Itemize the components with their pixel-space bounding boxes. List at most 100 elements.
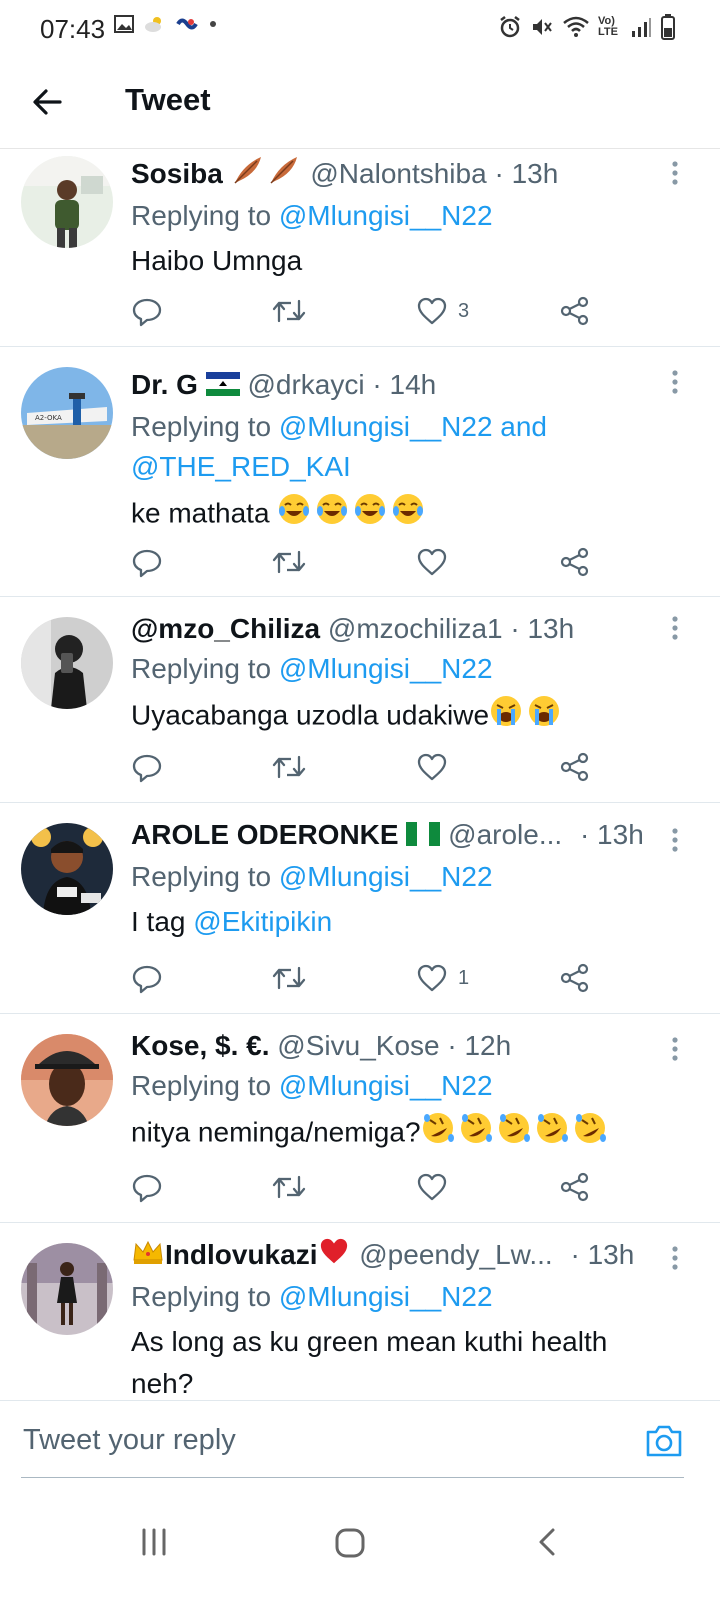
- like-button[interactable]: 3: [416, 293, 469, 329]
- heart-icon: [417, 753, 447, 781]
- retweet-button[interactable]: [271, 960, 307, 996]
- more-options-button[interactable]: [668, 827, 682, 855]
- nav-back-button[interactable]: [528, 1522, 568, 1562]
- reply-button[interactable]: [131, 544, 163, 580]
- reply-mention-link[interactable]: @Mlungisi__N22: [279, 1281, 493, 1312]
- avatar[interactable]: [21, 1243, 113, 1335]
- user-handle[interactable]: @arole...: [448, 819, 562, 850]
- avatar[interactable]: [21, 823, 113, 915]
- user-handle[interactable]: @peendy_Lw...: [359, 1239, 552, 1270]
- retweet-icon: [272, 966, 306, 990]
- reply-button[interactable]: [131, 960, 163, 996]
- reply-mention-link[interactable]: @THE_RED_KAI: [131, 451, 351, 482]
- reply-mention-link[interactable]: @Mlungisi__N22: [279, 653, 493, 684]
- display-name[interactable]: Kose, $. €.: [131, 1030, 270, 1061]
- user-handle[interactable]: @Sivu_Kose: [277, 1030, 439, 1061]
- tweet-item[interactable]: @mzo_Chiliza @mzochiliza1 · 13h Replying…: [0, 597, 720, 803]
- reply-icon: [132, 298, 162, 327]
- display-name[interactable]: AROLE ODERONKE: [131, 819, 399, 850]
- dot-icon: [210, 21, 216, 27]
- display-name[interactable]: Indlovukazi: [165, 1239, 317, 1270]
- rofl-emoji-icon: [421, 1110, 609, 1158]
- reply-button[interactable]: [131, 749, 163, 785]
- avatar[interactable]: A2-OKA: [21, 367, 113, 459]
- user-handle[interactable]: @Nalontshiba: [310, 158, 486, 189]
- reply-mention-link[interactable]: @Mlungisi__N22: [279, 200, 493, 231]
- user-handle[interactable]: @mzochiliza1: [328, 613, 503, 644]
- tweet-item[interactable]: AROLE ODERONKE @arole... · 13h Replying …: [0, 803, 720, 1014]
- retweet-button[interactable]: [271, 1169, 307, 1205]
- share-button[interactable]: [559, 749, 591, 785]
- more-options-button[interactable]: [668, 615, 682, 643]
- recent-apps-button[interactable]: [134, 1522, 174, 1562]
- more-options-button[interactable]: [668, 1245, 682, 1273]
- tweet-text-continued: neh?: [131, 1368, 194, 1400]
- app-icon: [176, 18, 198, 30]
- more-options-button[interactable]: [668, 160, 682, 188]
- heart-icon: [417, 964, 447, 992]
- svg-text:A2-OKA: A2-OKA: [35, 414, 62, 422]
- tweet-time: · 13h: [494, 158, 559, 189]
- share-button[interactable]: [559, 293, 591, 329]
- display-name[interactable]: @mzo_Chiliza: [131, 613, 320, 644]
- reply-button[interactable]: [131, 293, 163, 329]
- arrow-left-icon: [33, 89, 62, 115]
- nigeria-flag-icon: [406, 817, 441, 857]
- replying-label: Replying to: [131, 1281, 272, 1313]
- share-button[interactable]: [559, 544, 591, 580]
- more-vertical-icon: [672, 161, 678, 185]
- share-button[interactable]: [559, 1169, 591, 1205]
- retweet-button[interactable]: [271, 293, 307, 329]
- retweet-button[interactable]: [271, 544, 307, 580]
- display-name[interactable]: Dr. G: [131, 369, 198, 400]
- more-options-button[interactable]: [668, 369, 682, 397]
- replying-label: Replying to: [131, 410, 272, 442]
- share-icon: [560, 963, 589, 993]
- back-button[interactable]: [28, 82, 68, 122]
- gallery-icon: [114, 15, 134, 33]
- tweet-actions: [131, 544, 601, 580]
- like-button[interactable]: [416, 1169, 458, 1205]
- reply-icon: [132, 1174, 162, 1203]
- camera-button[interactable]: [644, 1423, 684, 1459]
- display-name[interactable]: Sosiba: [131, 158, 223, 189]
- reply-mention-link[interactable]: @Mlungisi__N22: [279, 861, 493, 892]
- weather-icon: [145, 17, 161, 32]
- more-vertical-icon: [672, 370, 678, 394]
- tweet-item[interactable]: Indlovukazi @peendy_Lw... · 13h Replying…: [0, 1223, 720, 1400]
- tweet-item[interactable]: Kose, $. €. @Sivu_Kose · 12h Replying to…: [0, 1014, 720, 1223]
- like-button[interactable]: [416, 544, 458, 580]
- reply-mention-link[interactable]: @Mlungisi__N22 and: [279, 411, 547, 442]
- tweet-item[interactable]: A2-OKA Dr. G @drkayci · 14h Replying to …: [0, 347, 720, 597]
- reply-input[interactable]: [21, 1419, 625, 1461]
- home-button[interactable]: [330, 1522, 370, 1562]
- avatar[interactable]: [21, 156, 113, 248]
- camera-icon: [646, 1425, 682, 1457]
- tweet-mention-link[interactable]: @Ekitipikin: [193, 906, 332, 937]
- tweet-item[interactable]: Sosiba @Nalontshiba · 13h Replying to @M…: [0, 148, 720, 347]
- retweet-button[interactable]: [271, 749, 307, 785]
- more-options-button[interactable]: [668, 1036, 682, 1064]
- tweet-text: Uyacabanga uzodla udakiwe: [131, 699, 490, 731]
- replies-list[interactable]: Sosiba @Nalontshiba · 13h Replying to @M…: [0, 148, 720, 1400]
- tweet-text: ke mathata: [131, 497, 270, 528]
- tweet-actions: [131, 1169, 601, 1205]
- avatar[interactable]: [21, 617, 113, 709]
- reply-button[interactable]: [131, 1169, 163, 1205]
- reply-mention-link[interactable]: @Mlungisi__N22: [279, 1070, 493, 1101]
- top-app-bar: Tweet: [0, 56, 720, 149]
- more-vertical-icon: [672, 828, 678, 852]
- crown-emoji-icon: [131, 1237, 165, 1277]
- like-count: 3: [458, 299, 470, 322]
- replying-label: Replying to: [131, 653, 272, 684]
- status-bar: 07:43 Vo) LTE: [0, 0, 720, 56]
- share-button[interactable]: [559, 960, 591, 996]
- replying-label: Replying to: [131, 860, 272, 892]
- home-icon: [335, 1528, 365, 1558]
- user-handle[interactable]: @drkayci: [247, 369, 364, 400]
- heart-icon: [417, 548, 447, 576]
- like-button[interactable]: 1: [416, 960, 469, 996]
- tweet-time: · 14h: [372, 369, 437, 400]
- like-button[interactable]: [416, 749, 458, 785]
- avatar[interactable]: [21, 1034, 113, 1126]
